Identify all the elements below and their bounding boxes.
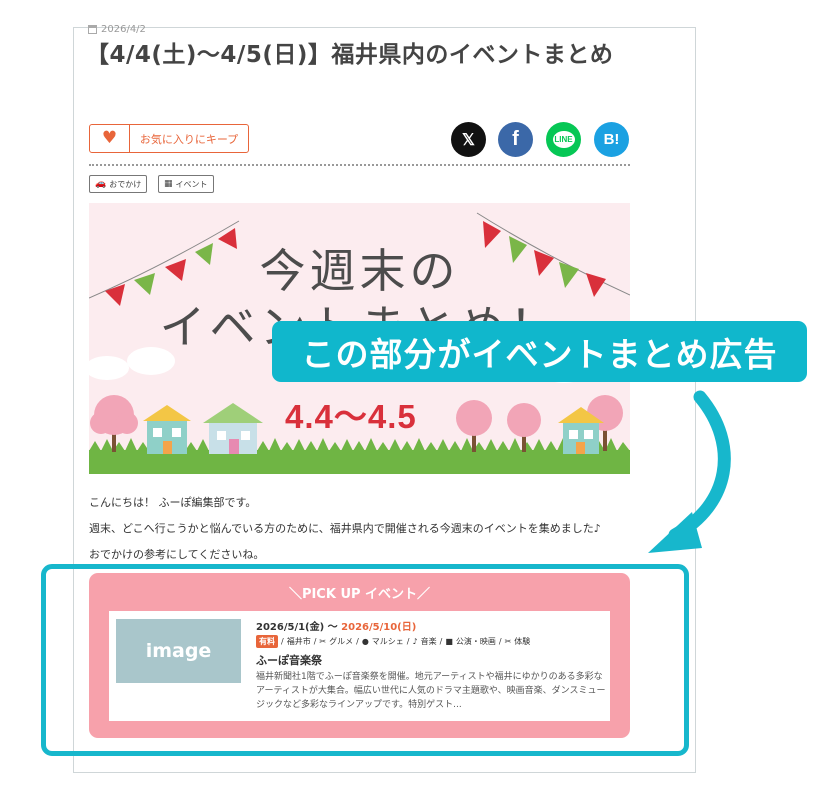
keep-favorite-label: お気に入りにキープ — [139, 132, 239, 146]
intro-paragraph-2: 週末、どこへ行こうかと悩んでいる方のために、福井県内で開催される今週末のイベント… — [89, 522, 601, 535]
post-date-text: 2026/4/2 — [101, 23, 146, 35]
tag-label: おでかけ — [109, 179, 142, 189]
hero-date-range: 4.4～4.5 — [285, 398, 417, 435]
calendar-icon — [88, 24, 97, 34]
x-icon: 𝕏 — [462, 131, 475, 149]
hatena-icon: B! — [603, 131, 620, 148]
share-hatena-button[interactable]: B! — [594, 122, 629, 157]
article-title: 【4/4(土)〜4/5(日)】福井県内のイベントまとめ — [86, 42, 614, 68]
divider — [89, 164, 630, 166]
tag-odekake[interactable]: 🚗 おでかけ — [89, 175, 148, 193]
car-icon: 🚗 — [95, 179, 107, 189]
heart-icon: ♥ — [101, 128, 118, 148]
line-icon: LINE — [552, 131, 575, 148]
heart-icon-box: ♥ — [90, 125, 130, 152]
keep-favorite-button[interactable]: ♥ お気に入りにキープ — [89, 124, 249, 153]
share-facebook-button[interactable]: f — [498, 122, 533, 157]
calendar-icon: ▦ — [164, 179, 173, 189]
share-line-button[interactable]: LINE — [546, 122, 581, 157]
tag-label: イベント — [175, 179, 208, 189]
intro-paragraph-3: おでかけの参考にしてくださいね。 — [89, 548, 265, 561]
intro-paragraph-1: こんにちは！ ふーぽ編集部です。 — [89, 496, 257, 509]
facebook-icon: f — [512, 128, 519, 150]
curved-arrow-icon — [648, 390, 731, 553]
highlight-box — [41, 564, 689, 756]
post-date: 2026/4/2 — [88, 22, 146, 36]
callout-label: この部分がイベントまとめ広告 — [272, 321, 807, 382]
tag-event[interactable]: ▦ イベント — [158, 175, 214, 193]
share-x-button[interactable]: 𝕏 — [451, 122, 486, 157]
